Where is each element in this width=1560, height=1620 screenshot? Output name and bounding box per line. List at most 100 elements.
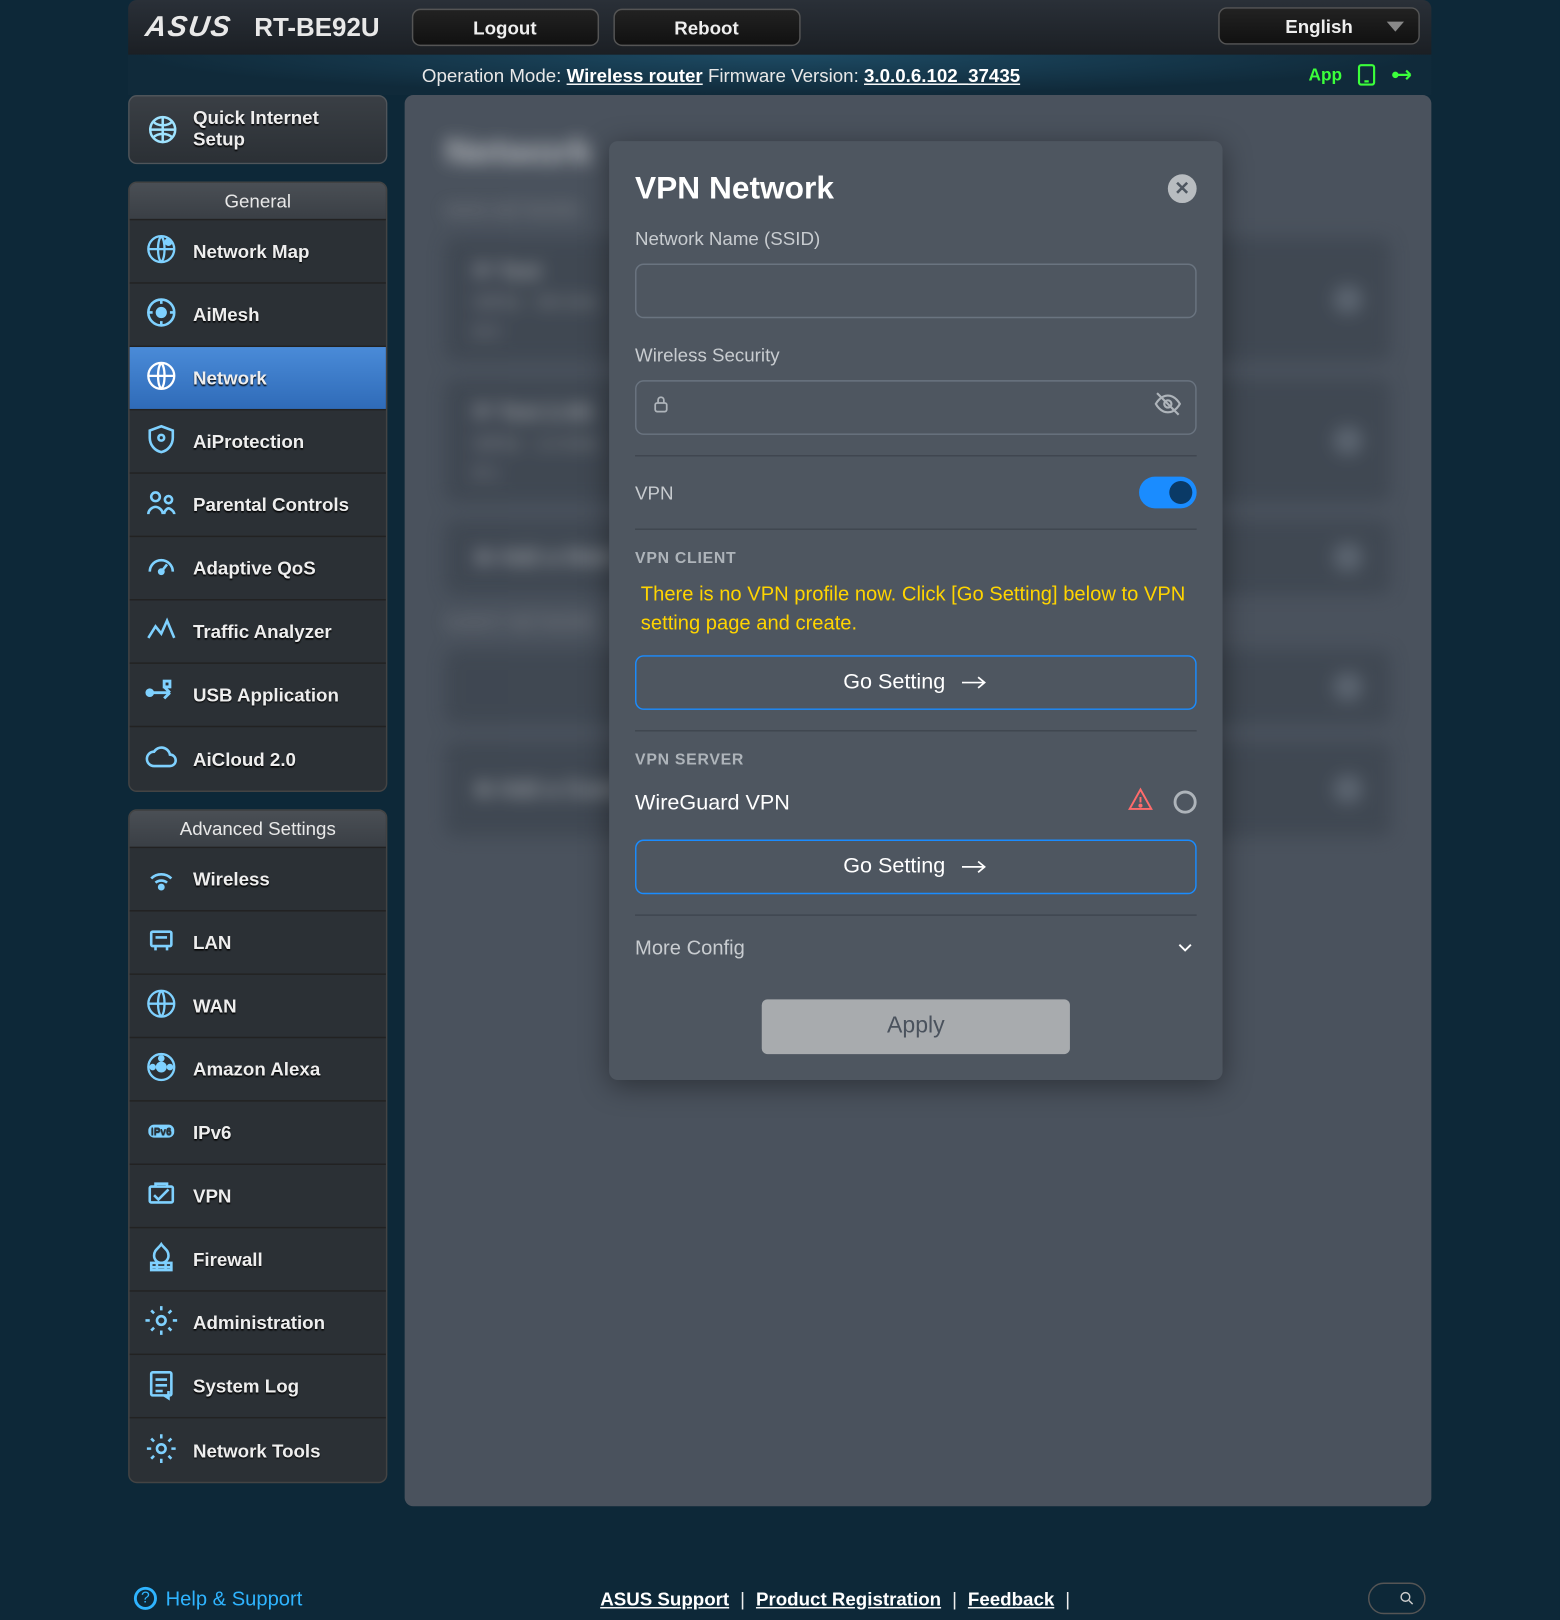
nav-item-adaptive-qos[interactable]: Adaptive QoS — [130, 537, 386, 600]
svg-text:IPv6: IPv6 — [151, 1127, 172, 1138]
nav-item-label: IPv6 — [193, 1122, 232, 1144]
network-icon — [144, 359, 179, 398]
vpn-client-heading: VPN CLIENT — [635, 550, 1197, 567]
modal-title: VPN Network — [635, 170, 834, 207]
nav-item-label: Wireless — [193, 868, 270, 890]
administration-icon — [144, 1303, 179, 1342]
footer-link-registration[interactable]: Product Registration — [756, 1588, 941, 1610]
nav-item-network[interactable]: Network — [130, 347, 386, 410]
vpn-toggle[interactable] — [1139, 477, 1197, 509]
app-indicator[interactable]: App — [1308, 65, 1342, 85]
footer-links: ASUS Support | Product Registration | Fe… — [600, 1588, 1070, 1610]
adaptive-qos-icon — [144, 549, 179, 588]
nav-item-administration[interactable]: Administration — [130, 1292, 386, 1355]
nav-item-amazon-alexa[interactable]: Amazon Alexa — [130, 1038, 386, 1101]
arrow-right-icon — [963, 858, 989, 875]
language-selector[interactable]: English — [1218, 7, 1420, 44]
network-tools-icon — [144, 1431, 179, 1470]
aimesh-icon — [144, 295, 179, 334]
nav-item-wireless[interactable]: Wireless — [130, 848, 386, 911]
general-header: General — [130, 183, 386, 220]
chevron-down-icon — [1387, 21, 1404, 31]
ssid-label: Network Name (SSID) — [635, 228, 1197, 250]
footer-link-feedback[interactable]: Feedback — [968, 1588, 1054, 1610]
traffic-analyzer-icon — [144, 612, 179, 651]
help-support-link[interactable]: ? Help & Support — [134, 1587, 302, 1610]
quick-setup-label: Quick Internet Setup — [193, 108, 372, 151]
firewall-icon — [144, 1240, 179, 1279]
nav-item-network-tools[interactable]: Network Tools — [130, 1418, 386, 1481]
help-icon: ? — [134, 1587, 157, 1610]
go-setting-server-button[interactable]: Go Setting — [635, 839, 1197, 894]
close-icon[interactable]: ✕ — [1168, 174, 1197, 203]
chevron-down-icon — [1174, 935, 1197, 958]
nav-item-aimesh[interactable]: AiMesh — [130, 284, 386, 347]
vpn-row-label: VPN — [635, 482, 673, 504]
search-icon — [1398, 1590, 1415, 1607]
nav-item-network-map[interactable]: Network Map — [130, 220, 386, 283]
usb-icon — [1391, 62, 1417, 88]
warning-icon — [1128, 786, 1154, 819]
parental-controls-icon — [144, 485, 179, 524]
advanced-header: Advanced Settings — [130, 811, 386, 848]
op-mode-label: Operation Mode: — [422, 64, 561, 86]
quick-internet-setup[interactable]: Quick Internet Setup — [128, 95, 387, 164]
visibility-off-icon[interactable] — [1153, 390, 1182, 426]
general-nav: Network Map AiMesh Network AiProtection Pare… — [130, 220, 386, 790]
advanced-panel: Advanced Settings Wireless LAN WAN Amazon A… — [128, 809, 387, 1483]
nav-item-vpn[interactable]: VPN — [130, 1165, 386, 1228]
nav-item-firewall[interactable]: Firewall — [130, 1228, 386, 1291]
network-map-icon — [144, 232, 179, 271]
nav-item-traffic-analyzer[interactable]: Traffic Analyzer — [130, 600, 386, 663]
nav-item-usb-application[interactable]: USB Application — [130, 664, 386, 727]
footer-search[interactable] — [1368, 1583, 1426, 1615]
logout-button[interactable]: Logout — [411, 9, 598, 46]
security-input[interactable] — [635, 380, 1197, 435]
model-name: RT-BE92U — [254, 12, 379, 42]
footer-link-support[interactable]: ASUS Support — [600, 1588, 729, 1610]
nav-item-lan[interactable]: LAN — [130, 912, 386, 975]
fw-label: Firmware Version: — [708, 64, 859, 86]
nav-item-label: AiCloud 2.0 — [193, 748, 296, 770]
apply-button[interactable]: Apply — [762, 999, 1070, 1054]
footer: ? Help & Support ASUS Support | Product … — [128, 1577, 1431, 1620]
reboot-button[interactable]: Reboot — [613, 9, 800, 46]
nav-item-parental-controls[interactable]: Parental Controls — [130, 474, 386, 537]
nav-item-label: AiMesh — [193, 304, 260, 326]
wan-icon — [144, 986, 179, 1025]
brand: ASUS RT-BE92U — [128, 11, 379, 44]
vpn-server-radio[interactable] — [1174, 791, 1197, 814]
aiprotection-icon — [144, 422, 179, 461]
vpn-client-warning: There is no VPN profile now. Click [Go S… — [635, 579, 1197, 655]
nav-item-wan[interactable]: WAN — [130, 975, 386, 1038]
nav-item-label: LAN — [193, 932, 231, 954]
op-mode-link[interactable]: Wireless router — [567, 64, 703, 86]
nav-item-label: Amazon Alexa — [193, 1058, 320, 1080]
nav-item-label: Network Map — [193, 240, 310, 262]
nav-item-label: Network — [193, 367, 267, 389]
vpn-server-heading: VPN SERVER — [635, 751, 1197, 768]
status-bar: Operation Mode: Wireless router Firmware… — [128, 55, 1431, 95]
nav-item-label: System Log — [193, 1375, 299, 1397]
nav-item-label: AiProtection — [193, 431, 304, 453]
wireless-icon — [144, 860, 179, 899]
nav-item-label: Adaptive QoS — [193, 557, 316, 579]
ssid-input[interactable] — [635, 264, 1197, 319]
vendor-logo: ASUS — [143, 11, 233, 44]
nav-item-label: VPN — [193, 1185, 231, 1207]
main-content: Network MAIN NETWORK ⟳ TestWPA2 5/6 GHz⧉… — [405, 95, 1432, 1506]
nav-item-label: Network Tools — [193, 1439, 321, 1461]
nav-item-aiprotection[interactable]: AiProtection — [130, 410, 386, 473]
fw-link[interactable]: 3.0.0.6.102_37435 — [864, 64, 1020, 86]
nav-item-system-log[interactable]: System Log — [130, 1355, 386, 1418]
nav-item-ipv6[interactable]: IPv6 IPv6 — [130, 1102, 386, 1165]
arrow-right-icon — [963, 673, 989, 690]
go-setting-client-button[interactable]: Go Setting — [635, 655, 1197, 710]
nav-item-label: USB Application — [193, 684, 339, 706]
nav-item-aicloud-2-0[interactable]: AiCloud 2.0 — [130, 727, 386, 790]
nav-item-label: Traffic Analyzer — [193, 621, 332, 643]
ipv6-icon: IPv6 — [144, 1113, 179, 1152]
more-config-row[interactable]: More Config — [635, 935, 1197, 958]
language-label: English — [1285, 15, 1353, 37]
usb-application-icon — [144, 675, 179, 714]
